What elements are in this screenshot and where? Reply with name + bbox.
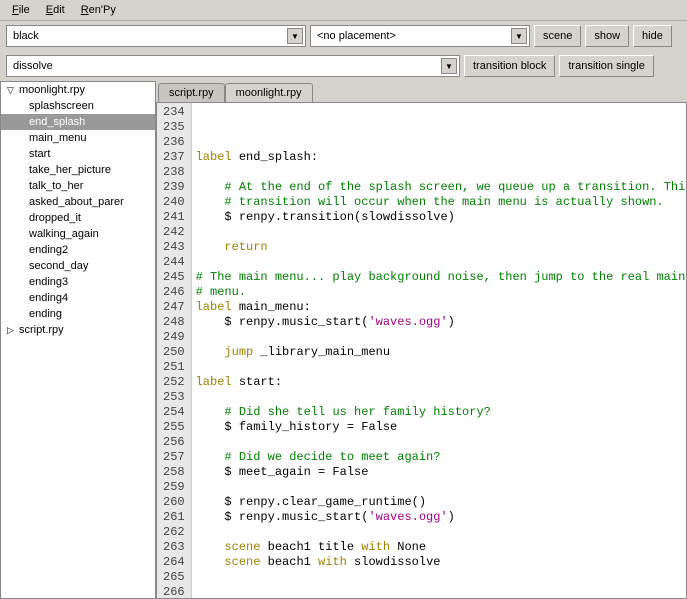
tree-item-end-splash[interactable]: end_splash: [1, 114, 155, 130]
menu-renpy[interactable]: Ren'Py: [73, 2, 124, 18]
tree-item-ending4[interactable]: ending4: [1, 290, 155, 306]
tree-label: end_splash: [29, 116, 85, 128]
tree-item-ending2[interactable]: ending2: [1, 242, 155, 258]
tree-label: talk_to_her: [29, 180, 83, 192]
transition-single-button[interactable]: transition single: [559, 55, 653, 77]
placement-dropdown[interactable]: <no placement> ▼: [310, 25, 530, 47]
tree-label: ending: [29, 308, 62, 320]
tree-item-start[interactable]: start: [1, 146, 155, 162]
show-button[interactable]: show: [585, 25, 629, 47]
chevron-down-icon: ▼: [287, 28, 303, 44]
menubar: FileEditRen'Py: [0, 0, 687, 21]
tree-label: second_day: [29, 260, 88, 272]
menu-edit[interactable]: Edit: [38, 2, 73, 18]
tree-label: main_menu: [29, 132, 86, 144]
tree-label: asked_about_parer: [29, 196, 124, 208]
tree-item-moonlight-rpy[interactable]: ▽moonlight.rpy: [1, 82, 155, 98]
tree-item-asked-about-parer[interactable]: asked_about_parer: [1, 194, 155, 210]
tree-label: dropped_it: [29, 212, 81, 224]
tree-item-splashscreen[interactable]: splashscreen: [1, 98, 155, 114]
line-gutter: 2342352362372382392402412422432442452462…: [157, 103, 192, 598]
tree-label: start: [29, 148, 50, 160]
tree-label: moonlight.rpy: [19, 84, 85, 96]
tree-label: splashscreen: [29, 100, 94, 112]
file-tabs: script.rpymoonlight.rpy: [156, 81, 687, 102]
tree-item-script-rpy[interactable]: ▷script.rpy: [1, 322, 155, 338]
scene-button[interactable]: scene: [534, 25, 581, 47]
main-area: ▽moonlight.rpysplashscreenend_splashmain…: [0, 81, 687, 599]
tree-label: take_her_picture: [29, 164, 111, 176]
tree-label: walking_again: [29, 228, 99, 240]
tree-item-second-day[interactable]: second_day: [1, 258, 155, 274]
chevron-down-icon: ▼: [511, 28, 527, 44]
tree-item-take-her-picture[interactable]: take_her_picture: [1, 162, 155, 178]
tree-item-walking-again[interactable]: walking_again: [1, 226, 155, 242]
tree-label: ending3: [29, 276, 68, 288]
editor-area: script.rpymoonlight.rpy 2342352362372382…: [156, 81, 687, 599]
tree-label: ending2: [29, 244, 68, 256]
code-content[interactable]: label end_splash: # At the end of the sp…: [192, 103, 686, 598]
tree-item-ending3[interactable]: ending3: [1, 274, 155, 290]
tab-script-rpy[interactable]: script.rpy: [158, 83, 225, 102]
tree-label: ending4: [29, 292, 68, 304]
tree-toggle-icon[interactable]: ▽: [7, 85, 16, 96]
tree-item-talk-to-her[interactable]: talk_to_her: [1, 178, 155, 194]
transition-block-button[interactable]: transition block: [464, 55, 555, 77]
toolbar-1: black ▼ <no placement> ▼ sceneshowhide: [0, 21, 687, 51]
tree-label: script.rpy: [19, 324, 64, 336]
tab-moonlight-rpy[interactable]: moonlight.rpy: [225, 83, 313, 102]
toolbar-2: dissolve ▼ transition blocktransition si…: [0, 51, 687, 81]
tree-item-main-menu[interactable]: main_menu: [1, 130, 155, 146]
tree-item-dropped-it[interactable]: dropped_it: [1, 210, 155, 226]
transition-dropdown[interactable]: dissolve ▼: [6, 55, 460, 77]
label-tree[interactable]: ▽moonlight.rpy splashscreen end_splashmain…: [0, 81, 156, 599]
menu-file[interactable]: File: [4, 2, 38, 18]
chevron-down-icon: ▼: [441, 58, 457, 74]
image-dropdown[interactable]: black ▼: [6, 25, 306, 47]
hide-button[interactable]: hide: [633, 25, 672, 47]
tree-toggle-icon[interactable]: ▷: [7, 325, 16, 336]
code-editor[interactable]: 2342352362372382392402412422432442452462…: [156, 102, 687, 599]
tree-item-ending[interactable]: ending: [1, 306, 155, 322]
